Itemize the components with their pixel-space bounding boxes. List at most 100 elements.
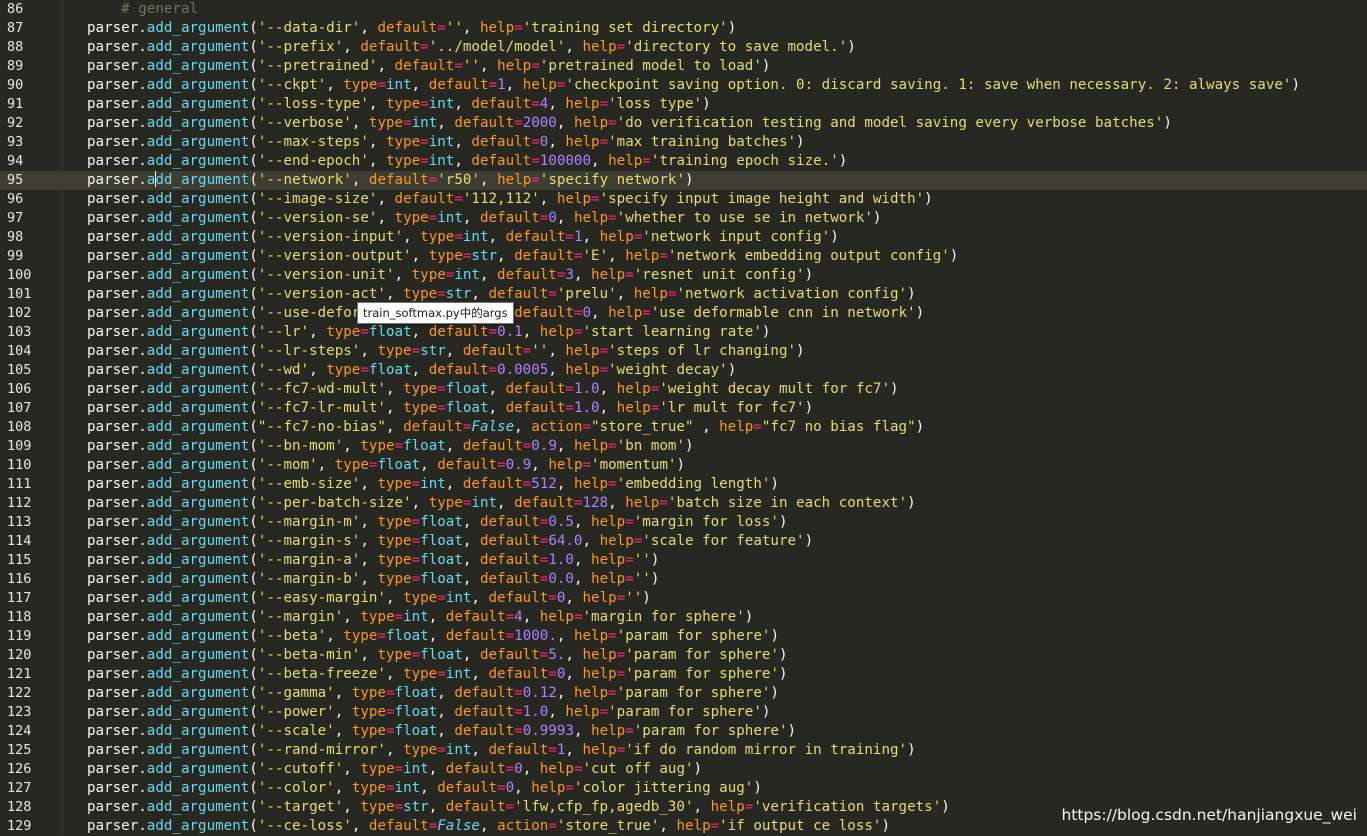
code-text[interactable]: parser.add_argument('--wd', type=float, … (87, 361, 736, 380)
code-text[interactable]: parser.add_argument('--prefix', default=… (87, 38, 856, 57)
code-text[interactable]: parser.add_argument('--verbose', type=in… (87, 114, 1172, 133)
code-text[interactable]: parser.add_argument('--margin-s', type=f… (87, 532, 813, 551)
code-line[interactable]: 100 parser.add_argument('--version-unit',… (0, 266, 1367, 285)
code-text[interactable]: parser.add_argument('--lr-steps', type=s… (87, 342, 805, 361)
code-text[interactable]: # general (87, 0, 198, 19)
watermark-text: https://blog.csdn.net/hanjiangxue_wei (1061, 806, 1357, 824)
line-number: 86 (7, 0, 24, 17)
code-line[interactable]: 98 parser.add_argument('--version-input',… (0, 228, 1367, 247)
code-line[interactable]: 108 parser.add_argument("--fc7-no-bias", … (0, 418, 1367, 437)
code-text[interactable]: parser.add_argument('--pretrained', defa… (87, 57, 770, 76)
code-text[interactable]: parser.add_argument('--lr', type=float, … (87, 323, 770, 342)
code-text[interactable]: parser.add_argument('--version-act', typ… (87, 285, 916, 304)
code-line[interactable]: 97 parser.add_argument('--version-se', ty… (0, 209, 1367, 228)
line-number: 94 (7, 152, 24, 169)
code-text[interactable]: parser.add_argument('--bn-mom', type=flo… (87, 437, 694, 456)
code-text[interactable]: parser.add_argument('--ce-loss', default… (87, 817, 890, 836)
code-line[interactable]: 90 parser.add_argument('--ckpt', type=int… (0, 76, 1367, 95)
code-line[interactable]: 87 parser.add_argument('--data-dir', defa… (0, 19, 1367, 38)
code-line[interactable]: 104 parser.add_argument('--lr-steps', typ… (0, 342, 1367, 361)
code-line[interactable]: 126 parser.add_argument('--cutoff', type=… (0, 760, 1367, 779)
code-text[interactable]: parser.add_argument('--beta', type=float… (87, 627, 779, 646)
code-line[interactable]: 121 parser.add_argument('--beta-freeze', … (0, 665, 1367, 684)
code-line[interactable]: 88 parser.add_argument('--prefix', defaul… (0, 38, 1367, 57)
code-line[interactable]: 112 parser.add_argument('--per-batch-size… (0, 494, 1367, 513)
code-line[interactable]: 93 parser.add_argument('--max-steps', typ… (0, 133, 1367, 152)
code-text[interactable]: parser.add_argument('--ckpt', type=int, … (87, 76, 1300, 95)
code-line[interactable]: 96 parser.add_argument('--image-size', de… (0, 190, 1367, 209)
code-text[interactable]: parser.add_argument('--beta-min', type=f… (87, 646, 788, 665)
code-text[interactable]: parser.add_argument('--emb-size', type=i… (87, 475, 779, 494)
code-line[interactable]: 95 parser.add_argument('--network', defau… (0, 170, 1367, 190)
line-number: 89 (7, 57, 24, 74)
code-text[interactable]: parser.add_argument('--beta-freeze', typ… (87, 665, 788, 684)
line-number: 123 (7, 703, 32, 720)
code-text[interactable]: parser.add_argument('--gamma', type=floa… (87, 684, 779, 703)
code-line[interactable]: 94 parser.add_argument('--end-epoch', typ… (0, 152, 1367, 171)
code-line[interactable]: 122 parser.add_argument('--gamma', type=f… (0, 684, 1367, 703)
code-line[interactable]: 105 parser.add_argument('--wd', type=floa… (0, 361, 1367, 380)
code-text[interactable]: parser.add_argument('--cutoff', type=int… (87, 760, 702, 779)
code-text[interactable]: parser.add_argument('--margin-m', type=f… (87, 513, 788, 532)
code-text[interactable]: parser.add_argument('--rand-mirror', typ… (87, 741, 916, 760)
code-line[interactable]: 110 parser.add_argument('--mom', type=flo… (0, 456, 1367, 475)
code-text[interactable]: parser.add_argument('--scale', type=floa… (87, 722, 796, 741)
code-line[interactable]: 89 parser.add_argument('--pretrained', de… (0, 57, 1367, 76)
line-number: 129 (7, 817, 32, 834)
line-number: 109 (7, 437, 32, 454)
code-line[interactable]: 101 parser.add_argument('--version-act', … (0, 285, 1367, 304)
code-text[interactable]: parser.add_argument('--network', default… (87, 170, 694, 190)
code-line[interactable]: 117 parser.add_argument('--easy-margin', … (0, 589, 1367, 608)
code-line[interactable]: 107 parser.add_argument('--fc7-lr-mult', … (0, 399, 1367, 418)
code-text[interactable]: parser.add_argument('--version-se', type… (87, 209, 881, 228)
code-text[interactable]: parser.add_argument('--color', type=int,… (87, 779, 762, 798)
code-line[interactable]: 102 parser.add_argument('--use-deformable… (0, 304, 1367, 323)
code-text[interactable]: parser.add_argument('--fc7-wd-mult', typ… (87, 380, 899, 399)
line-number: 126 (7, 760, 32, 777)
code-text[interactable]: parser.add_argument('--margin-a', type=f… (87, 551, 659, 570)
code-text[interactable]: parser.add_argument('--margin', type=int… (87, 608, 753, 627)
code-text[interactable]: parser.add_argument('--version-unit', ty… (87, 266, 813, 285)
code-text[interactable]: parser.add_argument('--data-dir', defaul… (87, 19, 736, 38)
code-text[interactable]: parser.add_argument('--target', type=str… (87, 798, 950, 817)
code-line[interactable]: 119 parser.add_argument('--beta', type=fl… (0, 627, 1367, 646)
code-line[interactable]: 125 parser.add_argument('--rand-mirror', … (0, 741, 1367, 760)
line-number: 98 (7, 228, 24, 245)
code-text[interactable]: parser.add_argument("--fc7-no-bias", def… (87, 418, 924, 437)
code-text[interactable]: parser.add_argument('--mom', type=float,… (87, 456, 685, 475)
line-number: 128 (7, 798, 32, 815)
code-line[interactable]: 86 # general (0, 0, 1367, 19)
code-line[interactable]: 106 parser.add_argument('--fc7-wd-mult', … (0, 380, 1367, 399)
code-text[interactable]: parser.add_argument('--fc7-lr-mult', typ… (87, 399, 813, 418)
code-line[interactable]: 118 parser.add_argument('--margin', type=… (0, 608, 1367, 627)
code-text[interactable]: parser.add_argument('--loss-type', type=… (87, 95, 711, 114)
code-text[interactable]: parser.add_argument('--per-batch-size', … (87, 494, 916, 513)
code-text[interactable]: parser.add_argument('--margin-b', type=f… (87, 570, 659, 589)
code-line[interactable]: 123 parser.add_argument('--power', type=f… (0, 703, 1367, 722)
code-line[interactable]: 115 parser.add_argument('--margin-a', typ… (0, 551, 1367, 570)
code-text[interactable]: parser.add_argument('--power', type=floa… (87, 703, 770, 722)
code-editor[interactable]: 86 # general 87 parser.add_argument('--dat… (0, 0, 1367, 834)
code-line[interactable]: 116 parser.add_argument('--margin-b', typ… (0, 570, 1367, 589)
code-line[interactable]: 120 parser.add_argument('--beta-min', typ… (0, 646, 1367, 665)
line-number: 114 (7, 532, 32, 549)
code-text[interactable]: parser.add_argument('--version-input', t… (87, 228, 839, 247)
code-line[interactable]: 114 parser.add_argument('--margin-s', typ… (0, 532, 1367, 551)
code-line[interactable]: 113 parser.add_argument('--margin-m', typ… (0, 513, 1367, 532)
code-line[interactable]: 111 parser.add_argument('--emb-size', typ… (0, 475, 1367, 494)
code-line[interactable]: 92 parser.add_argument('--verbose', type=… (0, 114, 1367, 133)
code-line[interactable]: 103 parser.add_argument('--lr', type=floa… (0, 323, 1367, 342)
code-text[interactable]: parser.add_argument('--image-size', defa… (87, 190, 933, 209)
code-line[interactable]: 109 parser.add_argument('--bn-mom', type=… (0, 437, 1367, 456)
code-text[interactable]: parser.add_argument('--max-steps', type=… (87, 133, 805, 152)
line-number: 115 (7, 551, 32, 568)
code-line[interactable]: 124 parser.add_argument('--scale', type=f… (0, 722, 1367, 741)
code-text[interactable]: parser.add_argument('--end-epoch', type=… (87, 152, 847, 171)
line-number: 118 (7, 608, 32, 625)
code-line[interactable]: 99 parser.add_argument('--version-output'… (0, 247, 1367, 266)
line-number: 88 (7, 38, 24, 55)
code-text[interactable]: parser.add_argument('--version-output', … (87, 247, 958, 266)
code-line[interactable]: 127 parser.add_argument('--color', type=i… (0, 779, 1367, 798)
code-line[interactable]: 91 parser.add_argument('--loss-type', typ… (0, 95, 1367, 114)
code-text[interactable]: parser.add_argument('--easy-margin', typ… (87, 589, 651, 608)
